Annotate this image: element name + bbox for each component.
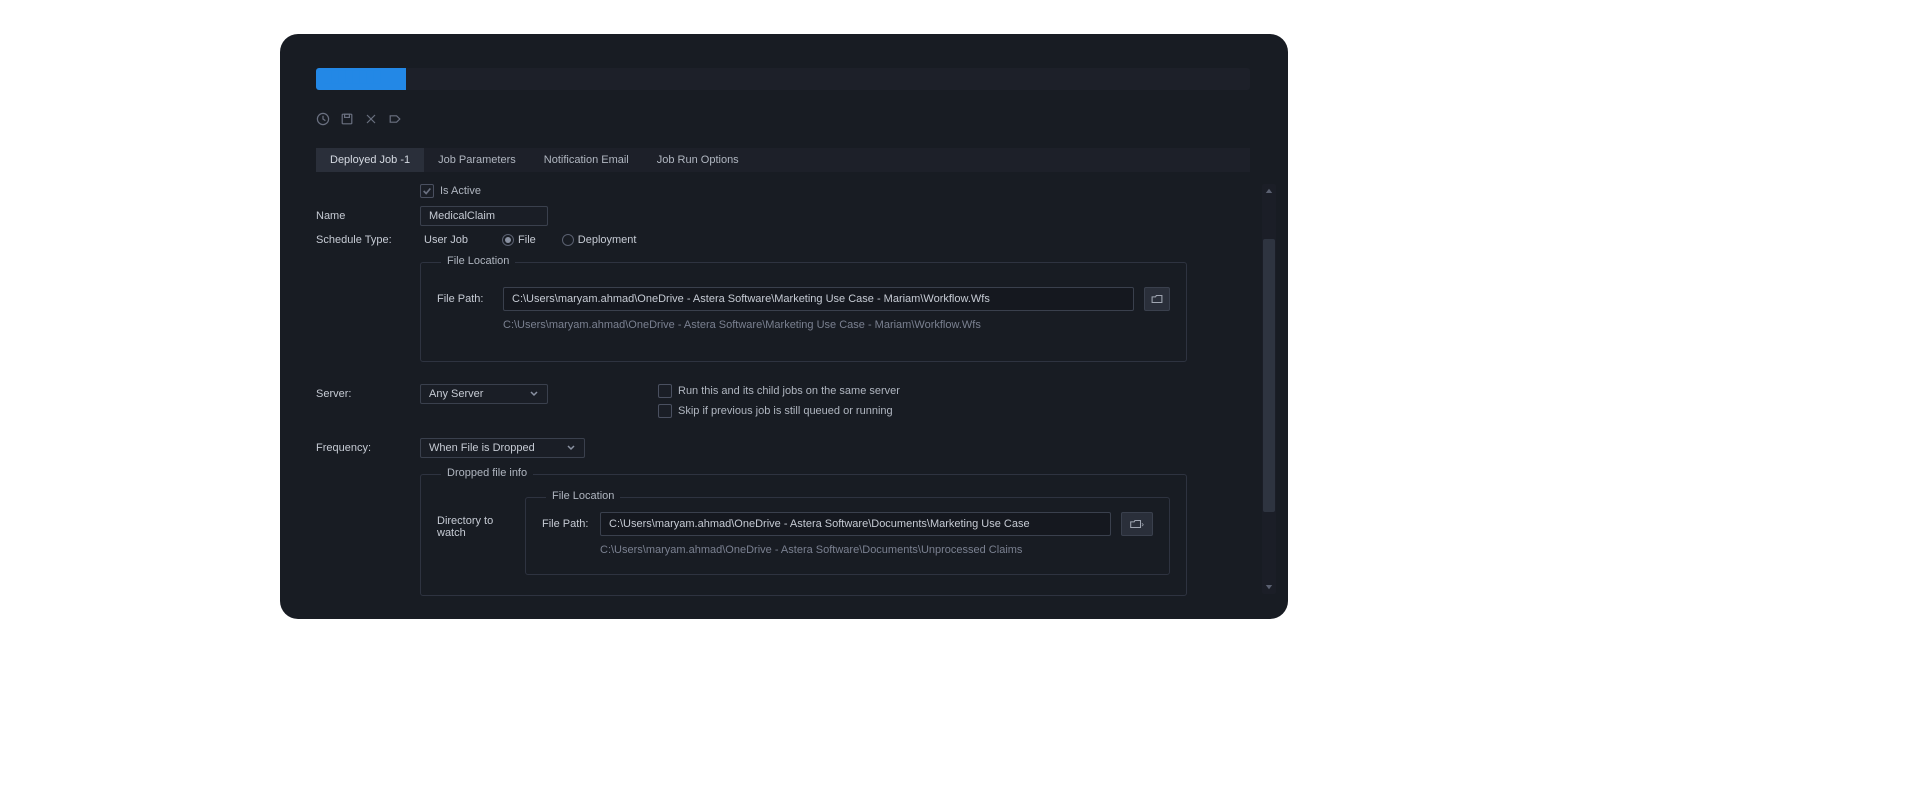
scroll-up-icon[interactable] — [1262, 184, 1276, 198]
tab-strip: Deployed Job -1 Job Parameters Notificat… — [316, 148, 1250, 172]
inner-file-location-legend: File Location — [546, 490, 620, 502]
inner-file-location-fieldset: File Location File Path: C:\Users\maryam… — [525, 497, 1170, 575]
tab-notification-email[interactable]: Notification Email — [530, 148, 643, 172]
skip-queued-checkbox[interactable] — [658, 404, 672, 418]
tag-icon[interactable] — [386, 110, 404, 128]
file-path-subtext: C:\Users\maryam.ahmad\OneDrive - Astera … — [503, 319, 1170, 331]
tab-label: Deployed Job -1 — [330, 154, 410, 166]
tab-job-parameters[interactable]: Job Parameters — [424, 148, 530, 172]
tab-deployed-job[interactable]: Deployed Job -1 — [316, 148, 424, 172]
radio-deployment[interactable] — [562, 234, 574, 246]
scroll-down-icon[interactable] — [1262, 580, 1276, 594]
name-label: Name — [316, 210, 420, 222]
inner-browse-button[interactable] — [1121, 512, 1153, 536]
scrollbar-thumb[interactable] — [1263, 239, 1275, 512]
radio-label-file: File — [518, 234, 536, 246]
save-icon[interactable] — [338, 110, 356, 128]
title-bar-highlight: ████████ — [316, 68, 406, 90]
chevron-down-icon — [529, 389, 539, 399]
run-same-server-checkbox[interactable] — [658, 384, 672, 398]
inner-file-path-label: File Path: — [542, 518, 590, 530]
file-location-fieldset: File Location File Path: C:\Users\maryam… — [420, 262, 1187, 362]
chevron-down-icon — [566, 443, 576, 453]
job-scheduler-window: ████████ Deployed Job -1 Job Parameters … — [280, 34, 1288, 619]
inner-file-path-input[interactable] — [600, 512, 1111, 536]
file-location-legend: File Location — [441, 255, 515, 267]
title-bar: ████████ — [316, 68, 1250, 90]
name-input[interactable] — [420, 206, 548, 226]
radio-label-deployment: Deployment — [578, 234, 637, 246]
scrollbar[interactable] — [1262, 184, 1276, 594]
frequency-value: When File is Dropped — [429, 442, 535, 454]
form-content: Is Active Name Schedule Type: User Job F… — [316, 184, 1250, 596]
tab-label: Job Parameters — [438, 154, 516, 166]
inner-file-path-subtext: C:\Users\maryam.ahmad\OneDrive - Astera … — [600, 544, 1153, 556]
dropped-file-legend: Dropped file info — [441, 467, 533, 479]
radio-label-user-job: User Job — [424, 234, 468, 246]
directory-label: Directory to watch — [437, 497, 519, 575]
dropped-file-info-fieldset: Dropped file info Directory to watch Fil… — [420, 474, 1187, 596]
schedule-type-label: Schedule Type: — [316, 234, 420, 246]
file-path-label: File Path: — [437, 293, 493, 305]
is-active-checkbox[interactable] — [420, 184, 434, 198]
radio-file[interactable] — [502, 234, 514, 246]
server-select[interactable]: Any Server — [420, 384, 548, 404]
browse-button[interactable] — [1144, 287, 1170, 311]
skip-queued-label: Skip if previous job is still queued or … — [678, 405, 893, 417]
run-same-server-label: Run this and its child jobs on the same … — [678, 385, 900, 397]
frequency-label: Frequency: — [316, 442, 420, 454]
is-active-label: Is Active — [440, 185, 481, 197]
clock-icon[interactable] — [314, 110, 332, 128]
file-path-input[interactable] — [503, 287, 1134, 311]
tab-job-run-options[interactable]: Job Run Options — [643, 148, 753, 172]
server-value: Any Server — [429, 388, 483, 400]
server-label: Server: — [316, 384, 420, 400]
frequency-select[interactable]: When File is Dropped — [420, 438, 585, 458]
tab-label: Job Run Options — [657, 154, 739, 166]
tab-label: Notification Email — [544, 154, 629, 166]
toolbar — [314, 110, 404, 128]
close-icon[interactable] — [362, 110, 380, 128]
